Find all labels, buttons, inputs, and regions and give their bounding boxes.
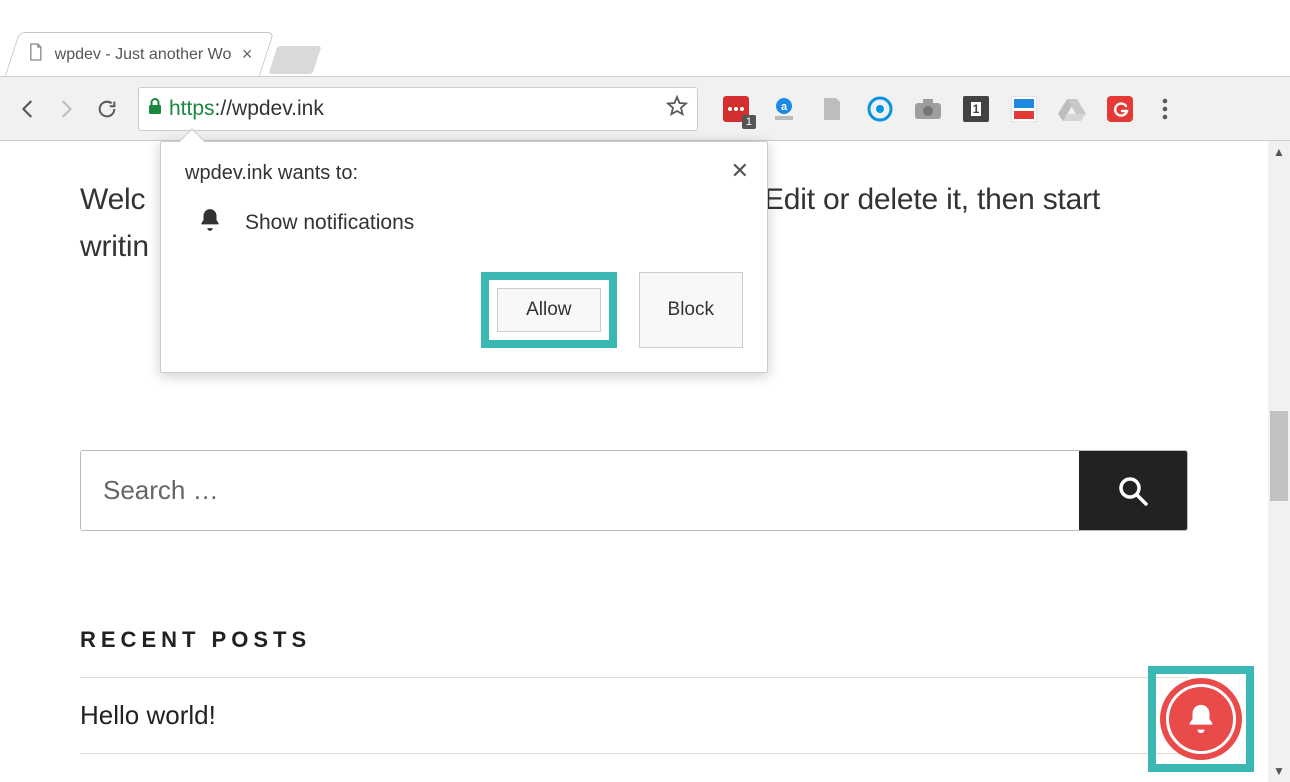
permission-label: Show notifications (245, 211, 414, 235)
back-button[interactable] (10, 92, 44, 126)
recent-posts-heading: RECENT POSTS (80, 627, 1188, 653)
extension-drive[interactable] (1058, 95, 1086, 123)
extension-badge-count: 1 (973, 102, 980, 116)
search-icon (1116, 474, 1150, 508)
extension-news[interactable] (1010, 95, 1038, 123)
tab-close-icon[interactable]: × (242, 44, 253, 65)
url-rest: ://wpdev.ink (215, 97, 324, 121)
bell-icon (197, 207, 223, 238)
extension-evernote[interactable] (818, 95, 846, 123)
reload-button[interactable] (90, 92, 124, 126)
extension-amazon[interactable]: a (770, 95, 798, 123)
lock-icon (147, 97, 163, 120)
browser-menu-button[interactable] (1148, 92, 1182, 126)
vertical-scrollbar[interactable]: ▲ ▼ (1268, 141, 1290, 782)
extension-lastpass[interactable]: 1 (722, 95, 750, 123)
list-item[interactable]: Hello world! (80, 677, 1188, 754)
extension-camera[interactable] (914, 95, 942, 123)
dialog-title: wpdev.ink wants to: (185, 162, 743, 185)
extension-badge-box[interactable]: 1 (962, 95, 990, 123)
recent-posts-list: Hello world! (80, 677, 1188, 754)
search-form (80, 450, 1188, 531)
onesignal-bell-widget[interactable] (1148, 666, 1254, 772)
new-tab-button[interactable] (269, 46, 322, 74)
search-input[interactable] (81, 451, 1079, 530)
url-scheme: https (169, 97, 215, 121)
tab-title: wpdev - Just another Wo (55, 46, 232, 64)
scroll-down-icon[interactable]: ▼ (1268, 760, 1290, 782)
address-bar[interactable]: https://wpdev.ink (138, 87, 698, 131)
scroll-thumb[interactable] (1270, 411, 1288, 501)
extension-target[interactable] (866, 95, 894, 123)
extension-grammarly[interactable] (1106, 95, 1134, 123)
allow-button[interactable]: Allow (497, 288, 600, 332)
scroll-up-icon[interactable]: ▲ (1268, 141, 1290, 163)
forward-button[interactable] (50, 92, 84, 126)
allow-highlight: Allow (481, 272, 616, 348)
block-button[interactable]: Block (639, 272, 743, 348)
svg-text:a: a (781, 101, 788, 113)
bell-icon (1184, 702, 1218, 736)
notification-permission-dialog: ✕ wpdev.ink wants to: Show notifications… (160, 141, 768, 373)
tab-strip: wpdev - Just another Wo × (0, 0, 1290, 76)
extension-badge: 1 (742, 115, 756, 129)
dialog-close-button[interactable]: ✕ (731, 158, 749, 184)
search-button[interactable] (1079, 451, 1187, 530)
page-favicon-icon (27, 43, 45, 66)
extensions-row: 1 a 1 (722, 95, 1134, 123)
browser-tab[interactable]: wpdev - Just another Wo × (5, 32, 274, 76)
bookmark-star-icon[interactable] (665, 94, 689, 123)
